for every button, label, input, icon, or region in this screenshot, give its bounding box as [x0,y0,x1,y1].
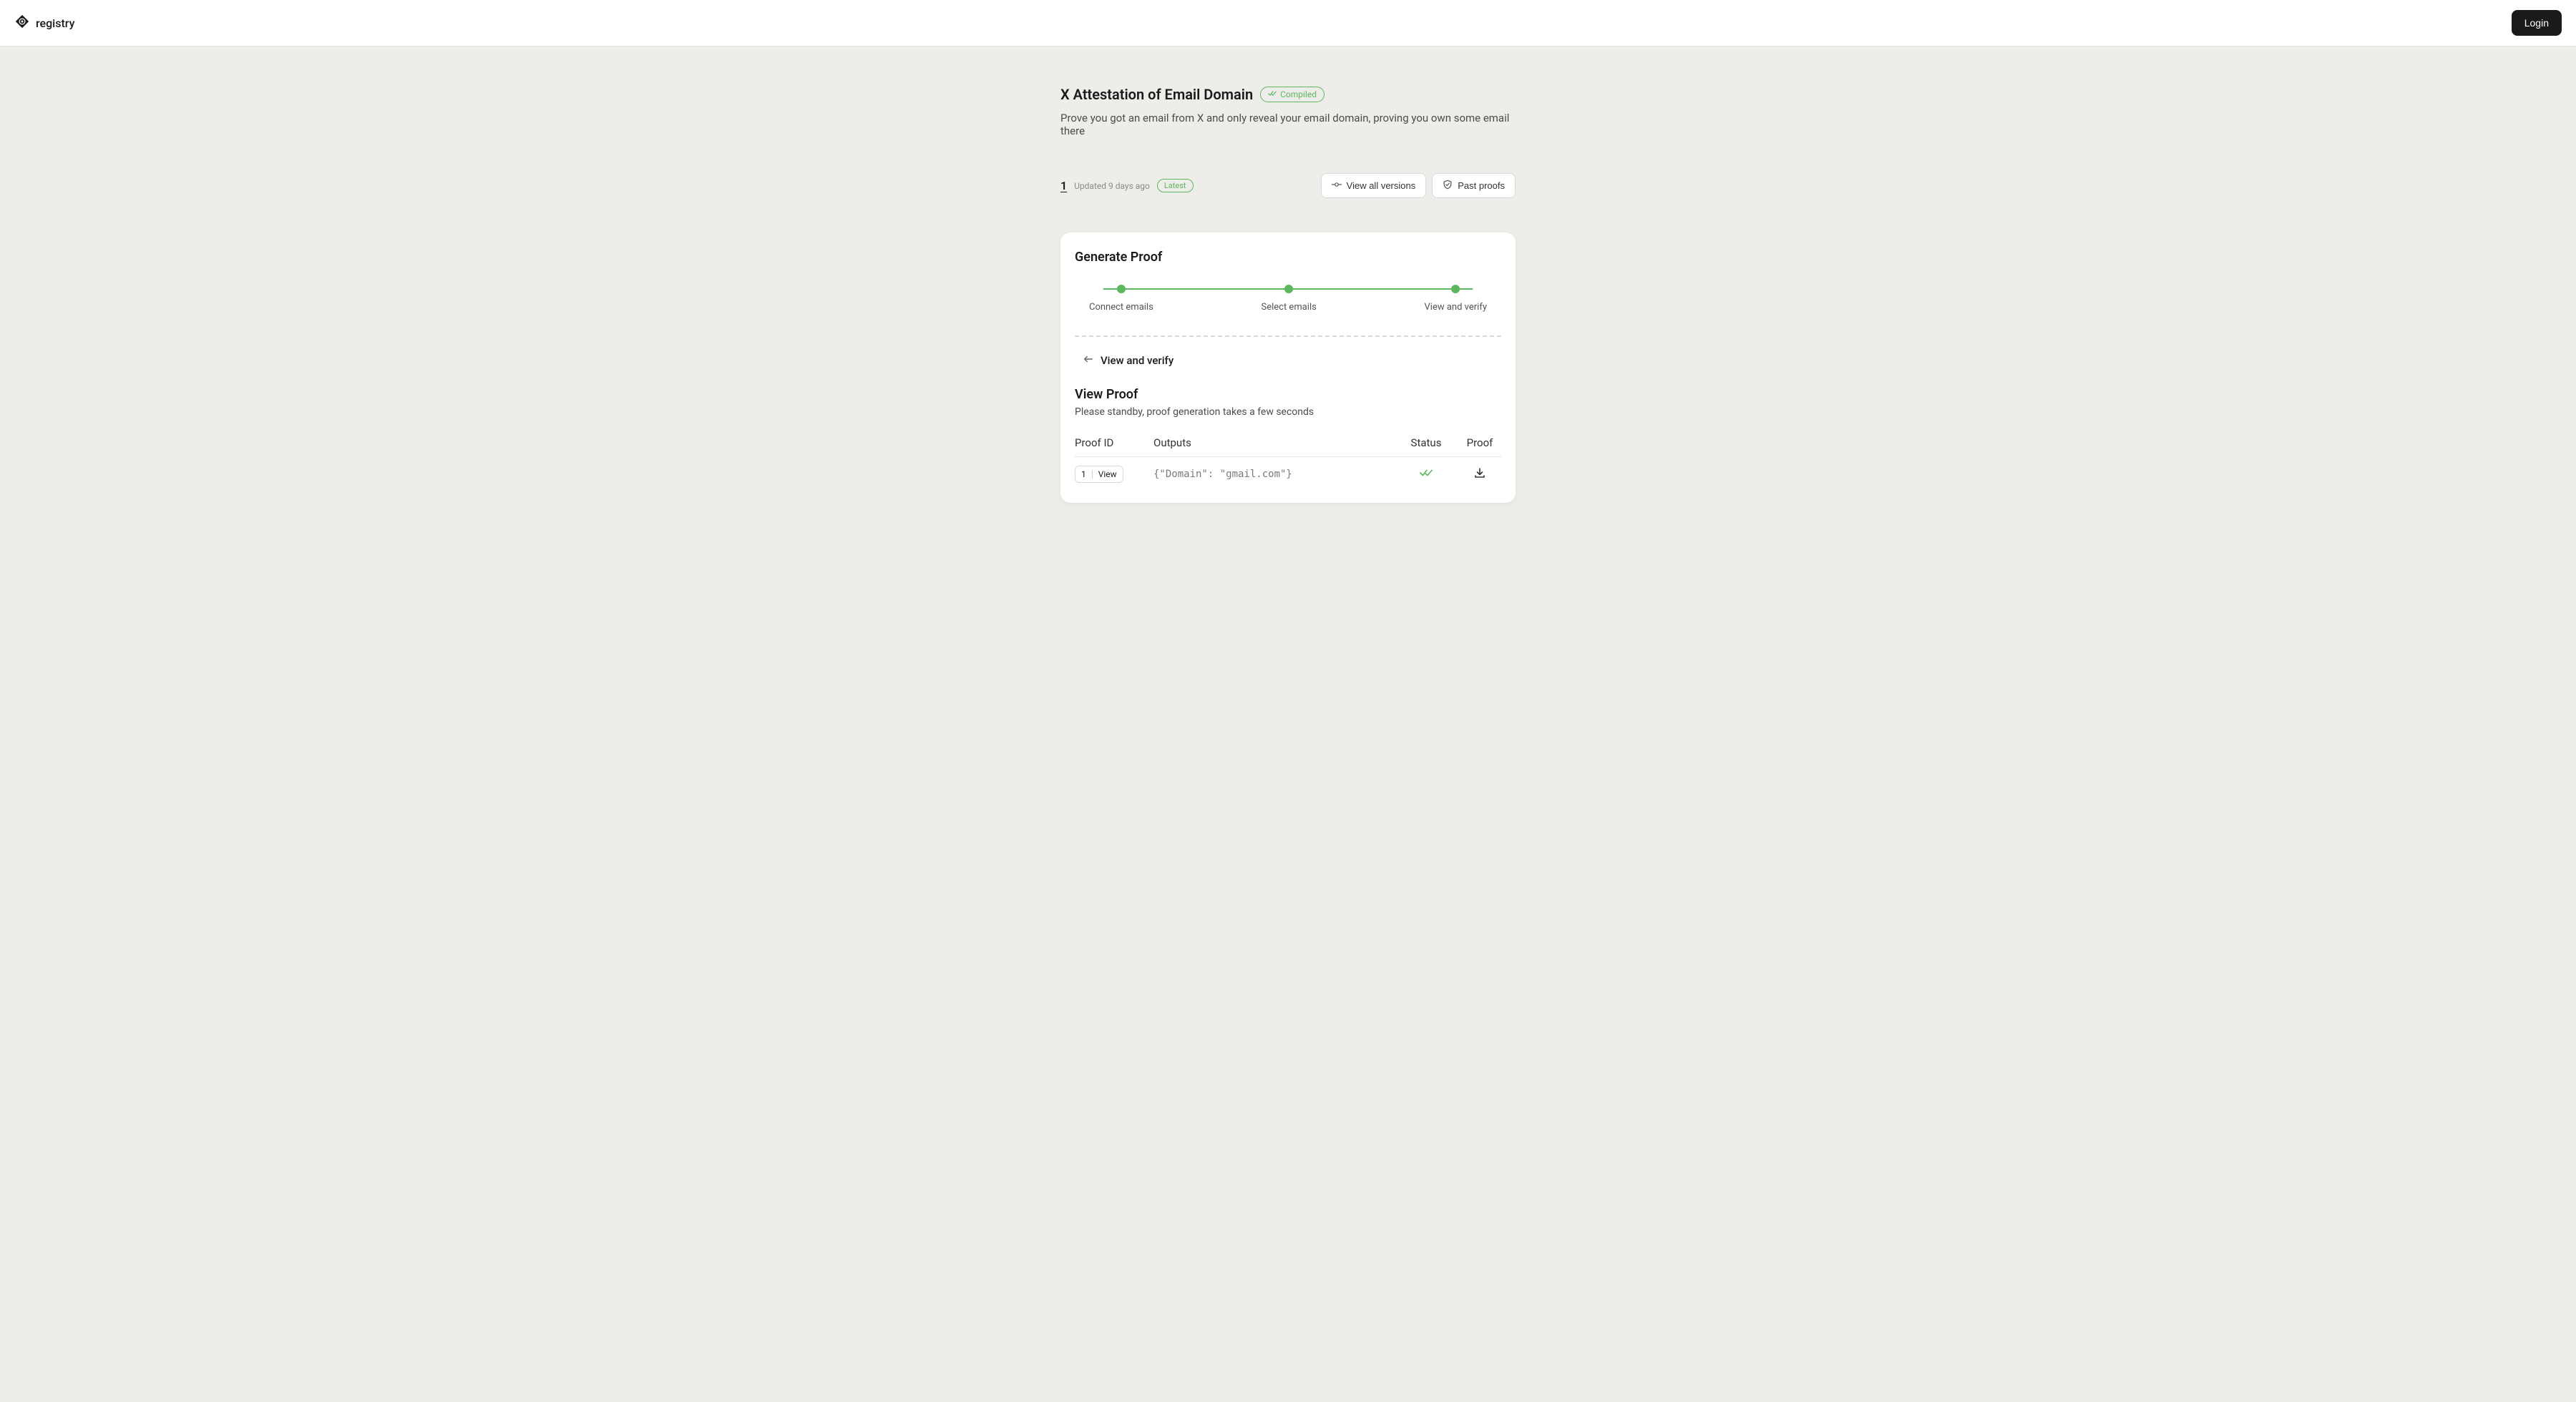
proof-output: {"Domain": "gmail.com"} [1153,469,1394,480]
table-row: 1 View {"Domain": "gmail.com"} [1075,457,1501,483]
updated-text: Updated 9 days ago [1074,181,1150,191]
back-button[interactable]: View and verify [1075,354,1501,367]
check-double-icon [1268,89,1277,99]
compiled-badge: Compiled [1260,87,1324,102]
version-number[interactable]: 1 [1060,179,1067,192]
past-proofs-button[interactable]: Past proofs [1432,173,1516,198]
main-container: X Attestation of Email Domain Compiled P… [1060,46,1516,531]
proof-table: Proof ID Outputs Status Proof 1 View {"D… [1075,436,1501,483]
proof-status-cell [1394,468,1458,481]
proof-download-cell [1458,467,1501,481]
page-subtitle: Prove you got an email from X and only r… [1060,112,1516,137]
login-button[interactable]: Login [2512,10,2562,36]
back-label: View and verify [1101,354,1174,367]
app-header: registry Login [0,0,2576,46]
check-double-icon [1420,469,1433,481]
brand-logo-icon [14,14,30,32]
col-header-outputs: Outputs [1153,436,1394,449]
stepper: Connect emails Select emails View and ve… [1075,285,1501,313]
step-verify-label: View and verify [1425,302,1487,313]
view-proof-title: View Proof [1075,387,1501,402]
brand-name: registry [36,16,74,30]
compiled-badge-label: Compiled [1280,89,1317,99]
col-header-proof: Proof [1458,436,1501,449]
commit-icon [1332,180,1342,192]
proof-id-value: 1 [1081,469,1086,479]
divider [1075,335,1501,337]
step-select[interactable]: Select emails [1261,285,1316,313]
proof-table-header: Proof ID Outputs Status Proof [1075,436,1501,457]
col-header-id: Proof ID [1075,436,1153,449]
past-proofs-label: Past proofs [1458,180,1505,191]
step-dot-icon [1284,285,1293,293]
step-verify[interactable]: View and verify [1425,285,1487,313]
view-proof-subtitle: Please standby, proof generation takes a… [1075,406,1501,418]
step-connect-label: Connect emails [1089,302,1153,313]
page-title: X Attestation of Email Domain [1060,86,1253,103]
meta-right: View all versions Past proofs [1321,173,1516,198]
step-dot-icon [1451,285,1460,293]
view-all-versions-button[interactable]: View all versions [1321,173,1427,198]
meta-left: 1 Updated 9 days ago Latest [1060,179,1194,192]
proof-id-cell: 1 View [1075,466,1153,483]
step-select-label: Select emails [1261,302,1316,313]
latest-badge: Latest [1157,179,1194,192]
step-dot-icon [1117,285,1126,293]
divider-vertical [1092,470,1093,479]
step-connect[interactable]: Connect emails [1089,285,1153,313]
title-row: X Attestation of Email Domain Compiled [1060,86,1516,103]
shield-icon [1443,180,1453,192]
arrow-left-icon [1083,354,1093,367]
generate-proof-title: Generate Proof [1075,250,1501,265]
meta-row: 1 Updated 9 days ago Latest View all ver… [1060,173,1516,198]
download-icon[interactable] [1474,470,1485,481]
col-header-status: Status [1394,436,1458,449]
generate-proof-card: Generate Proof Connect emails Select ema… [1060,232,1516,503]
view-all-versions-label: View all versions [1347,180,1416,191]
proof-view-label: View [1098,469,1117,479]
proof-view-button[interactable]: 1 View [1075,466,1123,483]
brand[interactable]: registry [14,14,74,32]
